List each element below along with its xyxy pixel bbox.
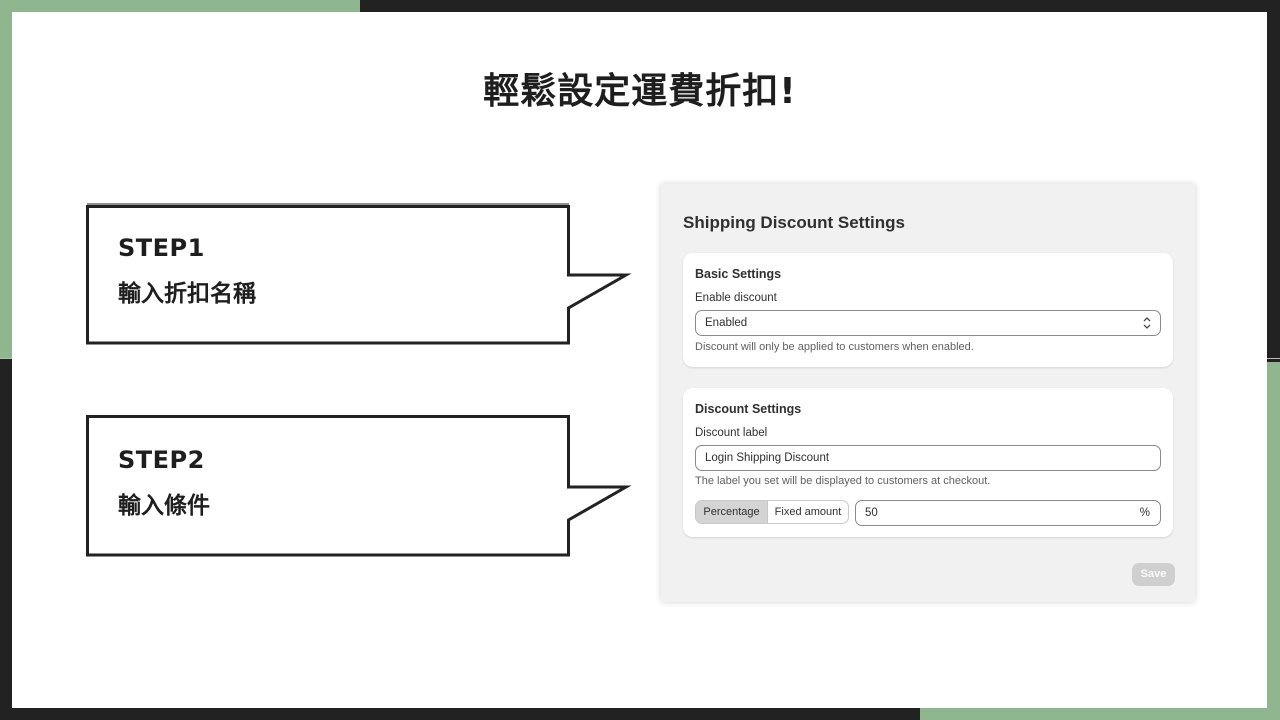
basic-settings-card: Basic Settings Enable discount Enabled D… xyxy=(683,253,1173,367)
settings-panel: Shipping Discount Settings Basic Setting… xyxy=(661,184,1195,602)
step2-label: STEP2 xyxy=(118,446,205,474)
step1-callout: STEP1 輸入折扣名稱 xyxy=(86,203,632,345)
discount-type-segmented-control: Percentage Fixed amount xyxy=(695,500,849,524)
basic-settings-title: Basic Settings xyxy=(695,267,782,281)
step1-description: 輸入折扣名稱 xyxy=(118,281,256,307)
panel-title: Shipping Discount Settings xyxy=(683,213,905,232)
discount-amount-suffix: % xyxy=(1139,507,1150,519)
discount-amount-input[interactable]: 50 % xyxy=(855,500,1161,526)
save-button[interactable]: Save xyxy=(1132,563,1175,586)
chevron-up-down-icon xyxy=(1143,317,1151,329)
discount-label-input[interactable]: Login Shipping Discount xyxy=(695,445,1161,471)
step2-callout: STEP2 輸入條件 xyxy=(86,415,632,557)
discount-label-help: The label you set will be displayed to c… xyxy=(695,475,991,487)
slide-title: 輕鬆設定運費折扣! xyxy=(483,71,797,112)
discount-label-field-label: Discount label xyxy=(695,427,768,439)
discount-amount-value: 50 xyxy=(865,507,878,519)
fixed-amount-option-button[interactable]: Fixed amount xyxy=(768,501,848,523)
step2-description: 輸入條件 xyxy=(118,493,210,519)
discount-settings-title: Discount Settings xyxy=(695,402,802,416)
enable-discount-value: Enabled xyxy=(705,317,748,329)
step1-label: STEP1 xyxy=(118,234,205,262)
discount-label-value: Login Shipping Discount xyxy=(705,452,830,464)
enable-discount-help: Discount will only be applied to custome… xyxy=(695,341,974,353)
enable-discount-select[interactable]: Enabled xyxy=(695,310,1161,336)
enable-discount-label: Enable discount xyxy=(695,292,777,304)
discount-settings-card: Discount Settings Discount label Login S… xyxy=(683,388,1173,537)
percentage-option-button[interactable]: Percentage xyxy=(696,501,768,523)
